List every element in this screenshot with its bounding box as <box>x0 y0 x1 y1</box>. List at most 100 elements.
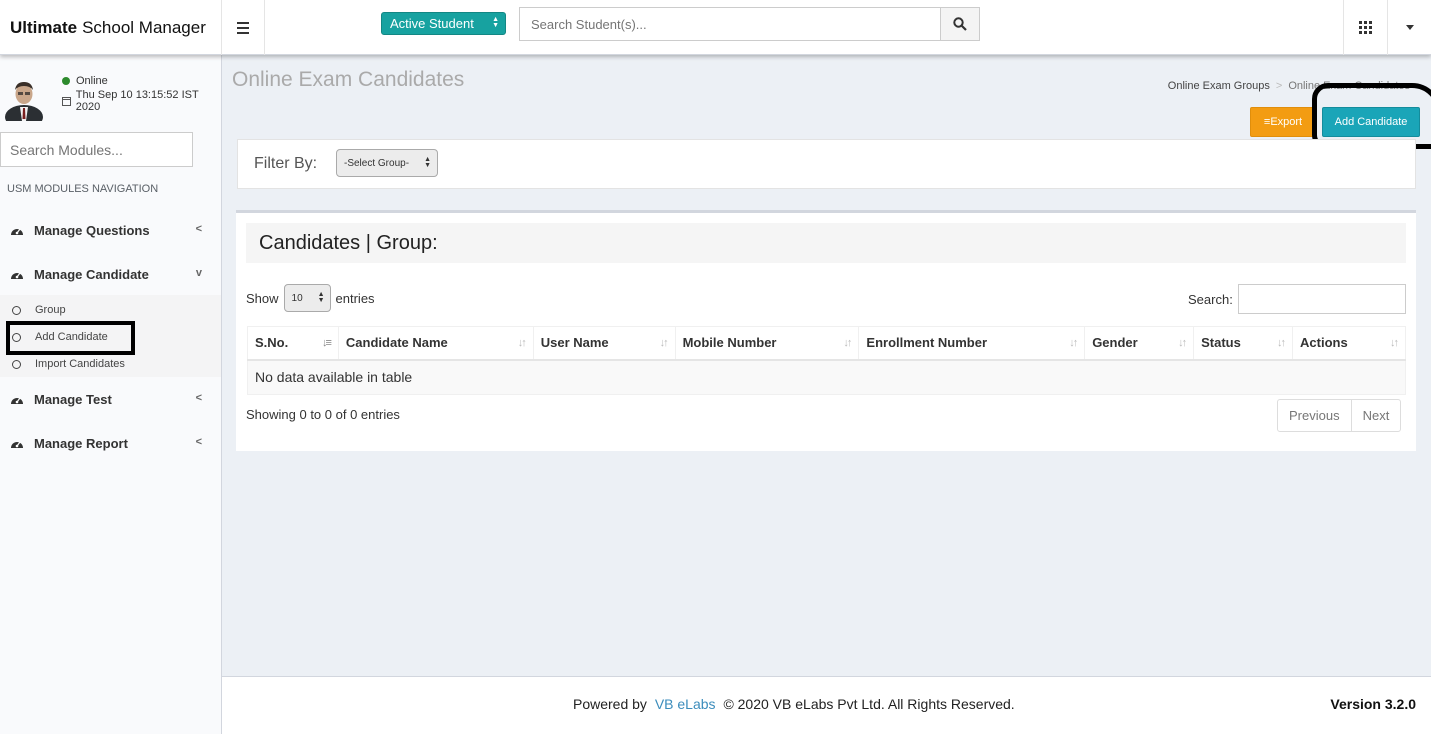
hamburger-icon <box>237 20 249 35</box>
select-arrows-icon: ▲ ▼ <box>424 156 431 169</box>
student-status-value: Active Student <box>390 16 474 31</box>
chevron-left-icon: < <box>195 392 202 404</box>
student-search <box>519 7 980 41</box>
select-arrows-icon: ▲ ▼ <box>317 291 325 304</box>
table-search-input[interactable] <box>1238 284 1406 314</box>
sort-icon: ↓↑ <box>659 337 669 349</box>
column-header-candidate-name[interactable]: Candidate Name ↓↑ <box>337 326 534 361</box>
user-panel: Online Thu Sep 10 13:15:52 IST 2020 <box>0 67 221 127</box>
user-menu-button[interactable] <box>1388 0 1431 55</box>
page-length-control: Show 10 ▲ ▼ entries <box>246 284 375 312</box>
candidates-table: S.No. ↓≡ Candidate Name ↓↑ User Name ↓↑ Mob… <box>247 326 1406 395</box>
dashboard-icon <box>11 228 23 235</box>
copyright-text: © 2020 VB eLabs Pvt Ltd. All Rights Rese… <box>723 696 1015 712</box>
breadcrumb-link[interactable]: Online Exam Groups <box>1168 80 1270 92</box>
sidebar-item-label: Manage Questions <box>34 222 150 238</box>
column-header-sno[interactable]: S.No. ↓≡ <box>247 326 339 361</box>
submenu-item-group[interactable]: Group <box>12 300 66 320</box>
sort-icon: ↓↑ <box>1178 337 1187 349</box>
table-row: No data available in table <box>247 359 1406 395</box>
chevron-left-icon: < <box>195 436 202 448</box>
annotation-highlight-box <box>6 321 135 355</box>
student-search-button[interactable] <box>940 8 979 40</box>
sidebar-item-manage-questions[interactable]: Manage Questions < <box>0 210 221 250</box>
show-label: Show <box>246 290 279 306</box>
pagination: Previous Next <box>1277 399 1402 432</box>
module-search-input[interactable] <box>1 133 192 166</box>
apps-grid-button[interactable] <box>1343 0 1388 55</box>
filter-label: Filter By: <box>254 155 318 172</box>
current-datetime: Thu Sep 10 13:15:52 IST 2020 <box>62 89 221 113</box>
online-dot-icon <box>62 77 70 85</box>
chevron-left-icon: < <box>195 223 202 235</box>
export-label: Export <box>1270 116 1303 128</box>
dashboard-icon <box>11 272 23 279</box>
column-header-label: Mobile Number <box>682 335 777 351</box>
empty-table-message: No data available in table <box>247 359 1406 395</box>
brand-link[interactable]: VB eLabs <box>655 696 716 712</box>
column-header-label: S.No. <box>255 335 289 351</box>
select-arrows-icon: ▲ ▼ <box>492 16 499 29</box>
column-header-status[interactable]: Status ↓↑ <box>1193 326 1294 361</box>
sidebar: Online Thu Sep 10 13:15:52 IST 2020 USM … <box>0 55 222 734</box>
top-header: Ultimate School Manager Active Student ▲… <box>0 0 1431 55</box>
grid-icon <box>1359 21 1372 34</box>
sort-icon: ↓↑ <box>1390 337 1399 349</box>
candidates-box: Candidates | Group: Show 10 ▲ ▼ entries S… <box>236 210 1416 451</box>
logo-bold-text: Ultimate <box>10 17 78 37</box>
dashboard-icon <box>11 397 23 404</box>
column-header-label: Status <box>1201 335 1241 351</box>
student-search-input[interactable] <box>520 8 940 40</box>
app-logo[interactable]: Ultimate School Manager <box>0 0 221 55</box>
sort-icon: ↓↑ <box>843 337 852 349</box>
sidebar-item-manage-test[interactable]: Manage Test < <box>0 379 221 419</box>
next-page-button[interactable]: Next <box>1350 400 1401 431</box>
circle-icon <box>12 305 21 315</box>
column-header-label: Gender <box>1092 335 1138 351</box>
module-search <box>0 132 193 167</box>
column-header-label: Enrollment Number <box>866 335 988 351</box>
sort-asc-icon: ↓≡ <box>322 337 332 349</box>
column-header-enrollment-number[interactable]: Enrollment Number ↓↑ <box>858 326 1086 361</box>
sort-icon: ↓↑ <box>1069 337 1078 349</box>
entries-label: entries <box>335 290 375 306</box>
sidebar-item-label: Manage Test <box>34 391 112 407</box>
caret-down-icon <box>1405 25 1414 30</box>
column-header-gender[interactable]: Gender ↓↑ <box>1084 326 1195 361</box>
submenu-item-import-candidates[interactable]: Import Candidates <box>12 354 125 374</box>
table-header-row: S.No. ↓≡ Candidate Name ↓↑ User Name ↓↑ Mob… <box>247 326 1406 361</box>
footer: Powered by VB eLabs © 2020 VB eLabs Pvt … <box>222 676 1431 734</box>
column-header-label: Candidate Name <box>345 335 448 351</box>
sidebar-item-label: Manage Report <box>34 435 128 451</box>
version-label: Version 3.2.0 <box>1330 696 1416 712</box>
sidebar-item-manage-report[interactable]: Manage Report < <box>0 423 221 463</box>
sidebar-toggle-button[interactable] <box>221 0 265 55</box>
circle-icon <box>12 359 21 369</box>
student-status-select[interactable]: Active Student ▲ ▼ <box>381 12 506 35</box>
sidebar-item-label: Manage Candidate <box>34 266 149 282</box>
sort-icon: ↓↑ <box>1277 337 1286 349</box>
online-status: Online <box>62 75 108 87</box>
sidebar-item-manage-candidate[interactable]: Manage Candidate v <box>0 254 221 294</box>
group-select[interactable]: -Select Group- ▲ ▼ <box>336 149 438 177</box>
filter-panel: Filter By: -Select Group- ▲ ▼ <box>237 139 1416 189</box>
calendar-icon <box>62 96 71 106</box>
export-button[interactable]: ≡ Export <box>1250 107 1316 137</box>
table-search-label: Search: <box>1188 292 1233 307</box>
column-header-actions[interactable]: Actions ↓↑ <box>1292 326 1406 361</box>
box-title: Candidates | Group: <box>259 232 438 254</box>
page-title: Online Exam Candidates <box>232 68 465 91</box>
powered-by-text: Powered by <box>573 696 647 712</box>
datetime-text: Thu Sep 10 13:15:52 IST 2020 <box>75 89 199 113</box>
column-header-user-name[interactable]: User Name ↓↑ <box>532 326 676 361</box>
previous-page-button[interactable]: Previous <box>1278 400 1351 431</box>
column-header-label: User Name <box>540 335 609 351</box>
page-length-select[interactable]: 10 ▲ ▼ <box>283 284 331 312</box>
submenu-item-label: Group <box>35 304 66 316</box>
logo-text: School Manager <box>82 17 206 37</box>
page-length-value: 10 <box>291 292 303 304</box>
column-header-label: Actions <box>1300 335 1348 351</box>
avatar <box>5 82 43 121</box>
column-header-mobile-number[interactable]: Mobile Number ↓↑ <box>674 326 860 361</box>
breadcrumb-separator: > <box>1275 80 1283 92</box>
